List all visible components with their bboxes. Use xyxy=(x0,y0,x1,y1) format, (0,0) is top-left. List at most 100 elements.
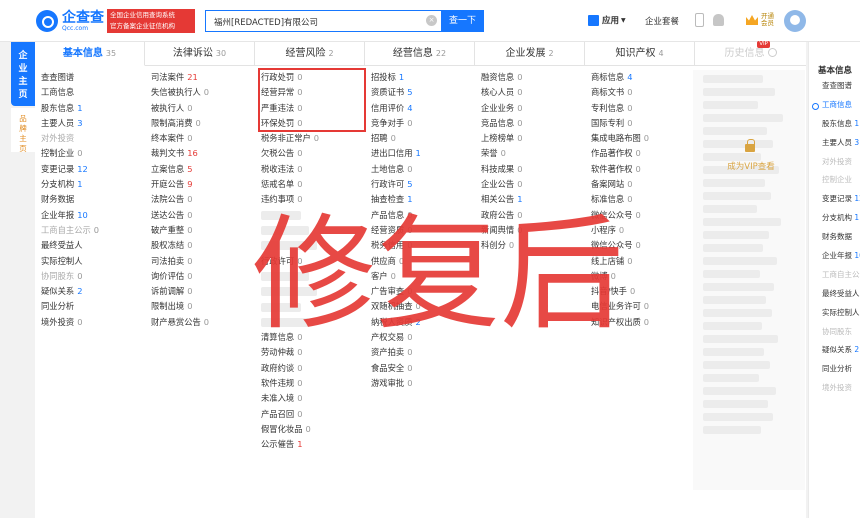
dimension-item[interactable]: 资质证书 5 xyxy=(365,85,473,100)
dimension-item[interactable]: 食品安全 0 xyxy=(365,361,473,376)
quick-nav-item[interactable]: 工商自主公示 xyxy=(809,266,860,285)
dimension-item[interactable]: 商标文书 0 xyxy=(585,85,693,100)
dimension-item[interactable]: 限制高消费 0 xyxy=(145,116,253,131)
dimension-item[interactable]: 控制企业 0 xyxy=(35,146,143,161)
dimension-item[interactable]: 软件违规 0 xyxy=(255,376,363,391)
quick-nav-item[interactable]: 实际控制人 xyxy=(809,304,860,323)
dimension-item[interactable]: 司法案件 21 xyxy=(145,70,253,85)
dimension-item[interactable]: 对外投资 xyxy=(35,131,143,146)
dimension-item[interactable]: 裁判文书 16 xyxy=(145,146,253,161)
dimension-item[interactable]: 产品信息 0 xyxy=(365,208,473,223)
dimension-item[interactable]: 核心人员 0 xyxy=(475,85,583,100)
dimension-item[interactable]: 专利信息 0 xyxy=(585,101,693,116)
dimension-item[interactable]: 失信被执行人 0 xyxy=(145,85,253,100)
dimension-item[interactable]: 限制出境 0 xyxy=(145,299,253,314)
dimension-item[interactable]: 资产拍卖 0 xyxy=(365,345,473,360)
dimension-item[interactable]: 立案信息 5 xyxy=(145,162,253,177)
dimension-item[interactable]: 未准入境 0 xyxy=(255,391,363,406)
tab-development[interactable]: 企业发展 2 xyxy=(475,42,585,66)
dimension-item[interactable]: 新闻舆情 0 xyxy=(475,223,583,238)
dimension-item[interactable]: 境外投资 0 xyxy=(35,315,143,330)
quick-nav-item[interactable]: 协同股东 xyxy=(809,323,860,342)
dimension-item[interactable]: 劳动仲裁 0 xyxy=(255,345,363,360)
dimension-item[interactable]: 微信公众号 0 xyxy=(585,238,693,253)
quick-nav-item[interactable]: 对外投资 xyxy=(809,153,860,172)
dimension-item[interactable]: 线上店铺 0 xyxy=(585,254,693,269)
enterprise-home-tab[interactable]: 企业主页 xyxy=(11,42,35,106)
dimension-item[interactable]: 商标信息 4 xyxy=(585,70,693,85)
search-button[interactable]: 查一下 xyxy=(441,10,484,32)
clear-search-icon[interactable]: × xyxy=(426,15,437,26)
dimension-item[interactable]: 知识产权出质 0 xyxy=(585,315,693,330)
dimension-item[interactable]: 破产重整 0 xyxy=(145,223,253,238)
tab-ip[interactable]: 知识产权 4 xyxy=(585,42,695,66)
user-avatar[interactable] xyxy=(784,10,806,32)
dimension-item[interactable]: 游戏审批 0 xyxy=(365,376,473,391)
dimension-item[interactable]: 电信业务许可 0 xyxy=(585,299,693,314)
notification-bell-icon[interactable] xyxy=(713,14,724,26)
dimension-item[interactable]: 被执行人 0 xyxy=(145,101,253,116)
dimension-item[interactable]: 客户 0 xyxy=(365,269,473,284)
dimension-item[interactable]: 查查图谱 xyxy=(35,70,143,85)
dimension-item[interactable]: 公示催告 1 xyxy=(255,437,363,452)
dimension-item[interactable]: 进出口信用 1 xyxy=(365,146,473,161)
dimension-item[interactable]: 实际控制人 xyxy=(35,254,143,269)
dimension-item[interactable]: 招投标 1 xyxy=(365,70,473,85)
dimension-item[interactable]: 抽查检查 1 xyxy=(365,192,473,207)
dimension-item[interactable]: 集成电路布图 0 xyxy=(585,131,693,146)
dimension-item[interactable]: 企业公告 0 xyxy=(475,177,583,192)
dimension-item[interactable]: 工商自主公示 0 xyxy=(35,223,143,238)
dimension-item[interactable]: 清算信息 0 xyxy=(255,330,363,345)
dimension-item[interactable]: 政府公告 0 xyxy=(475,208,583,223)
dimension-item[interactable]: 标准信息 0 xyxy=(585,192,693,207)
dimension-item[interactable]: 司法拍卖 0 xyxy=(145,254,253,269)
dimension-item[interactable]: 企业年报 10 xyxy=(35,208,143,223)
dimension-item[interactable]: 诉前调解 0 xyxy=(145,284,253,299)
tab-basic-info[interactable]: 基本信息 35 xyxy=(35,42,145,66)
dimension-item[interactable]: 同业分析 xyxy=(35,299,143,314)
dimension-item[interactable]: 科创分 0 xyxy=(475,238,583,253)
dimension-item[interactable]: 协同股东 0 xyxy=(35,269,143,284)
dimension-item[interactable]: 送达公告 0 xyxy=(145,208,253,223)
enterprise-package-link[interactable]: 企业套餐 xyxy=(645,15,679,27)
dimension-item[interactable]: 土地信息 0 xyxy=(365,162,473,177)
quick-nav-item[interactable]: 最终受益人 xyxy=(809,285,860,304)
quick-nav-item[interactable]: 查查图谱 xyxy=(809,77,860,96)
dimension-item[interactable]: 科技成果 0 xyxy=(475,162,583,177)
dimension-item[interactable]: 软件著作权 0 xyxy=(585,162,693,177)
dimension-item[interactable]: 法院公告 0 xyxy=(145,192,253,207)
tab-history[interactable]: 历史信息 VIP xyxy=(695,41,806,66)
quick-nav-item[interactable]: 工商信息 xyxy=(809,96,860,115)
dimension-item[interactable]: 供应商 0 xyxy=(365,254,473,269)
dimension-item[interactable]: 假冒化妆品 0 xyxy=(255,422,363,437)
dimension-item[interactable]: 疑似关系 2 xyxy=(35,284,143,299)
dimension-item[interactable]: 国际专利 0 xyxy=(585,116,693,131)
quick-nav-item[interactable]: 疑似关系 2 xyxy=(809,341,860,360)
dimension-item[interactable]: 财产悬赏公告 0 xyxy=(145,315,253,330)
dimension-item[interactable]: 经营资质 0 xyxy=(365,223,473,238)
dimension-item[interactable]: 财务数据 xyxy=(35,192,143,207)
qcc-logo[interactable]: 企查查 Qcc.com xyxy=(36,10,104,32)
dimension-item[interactable]: 欠税公告 0 xyxy=(255,146,363,161)
dimension-item[interactable]: 行政许可 0 xyxy=(255,254,363,269)
dimension-item[interactable]: 惩戒名单 0 xyxy=(255,177,363,192)
tab-legal[interactable]: 法律诉讼 30 xyxy=(145,42,255,66)
dimension-item[interactable]: 产权交易 0 xyxy=(365,330,473,345)
dimension-item[interactable]: 作品著作权 0 xyxy=(585,146,693,161)
dimension-item[interactable]: 最终受益人 xyxy=(35,238,143,253)
dimension-item[interactable]: 变更记录 12 xyxy=(35,162,143,177)
dimension-item[interactable]: 工商信息 xyxy=(35,85,143,100)
brand-home-tab[interactable]: 品牌主页 xyxy=(11,108,35,153)
open-vip-button[interactable]: 开通 会员 xyxy=(746,13,774,27)
quick-nav-item[interactable]: 控制企业 xyxy=(809,171,860,190)
dimension-item[interactable]: 荣誉 0 xyxy=(475,146,583,161)
dimension-item[interactable]: 股东信息 1 xyxy=(35,101,143,116)
search-input[interactable]: 福州[REDACTED]有限公司 xyxy=(205,10,441,32)
dimension-item[interactable]: 融资信息 0 xyxy=(475,70,583,85)
dimension-item[interactable]: 微信公众号 0 xyxy=(585,208,693,223)
dimension-item[interactable]: 主要人员 3 xyxy=(35,116,143,131)
become-vip-link[interactable]: 成为VIP查看 xyxy=(707,160,795,172)
dimension-item[interactable]: 企业业务 0 xyxy=(475,101,583,116)
tab-operation-info[interactable]: 经营信息 22 xyxy=(365,42,475,66)
dimension-item[interactable]: 股权冻结 0 xyxy=(145,238,253,253)
